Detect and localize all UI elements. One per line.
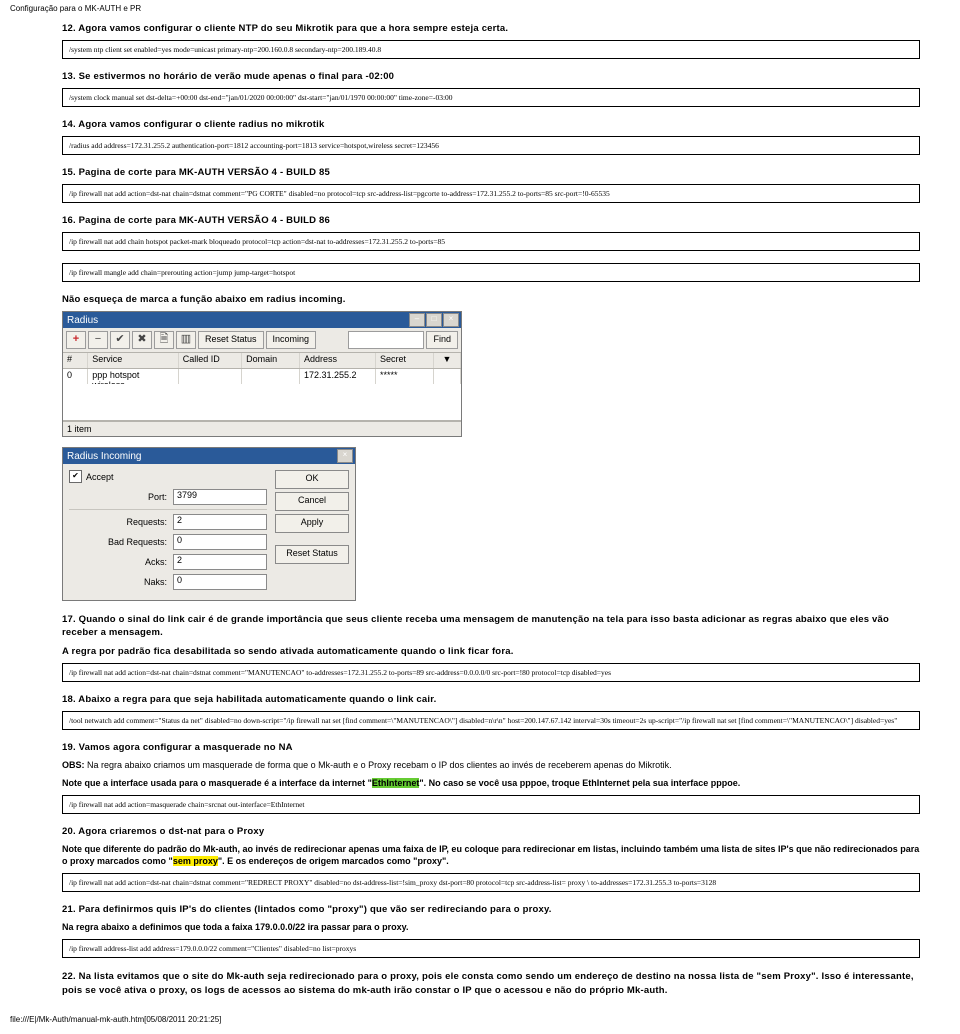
step-19-obs: OBS: Na regra abaixo criamos um masquera… [62, 759, 920, 771]
step-13-cmd: /system clock manual set dst-delta=+00:0… [62, 88, 920, 107]
add-icon[interactable]: + [66, 331, 86, 349]
step-14-title: 14. Agora vamos configurar o cliente rad… [62, 119, 920, 130]
cell-hash: 0 [63, 369, 88, 384]
radius-incoming-window: Radius Incoming × ✔ Accept Port: 3799 [62, 447, 356, 601]
step-18-cmd: /tool netwatch add comment="Status da ne… [62, 711, 920, 730]
port-input[interactable]: 3799 [173, 489, 267, 505]
step-18-title: 18. Abaixo a regra para que seja habilit… [62, 694, 920, 705]
step-20-cmd: /ip firewall nat add action=dst-nat chai… [62, 873, 920, 892]
col-domain[interactable]: Domain [242, 353, 300, 368]
radius-titlebar[interactable]: Radius – □ × [63, 312, 461, 328]
col-secret[interactable]: Secret [376, 353, 434, 368]
col-menu[interactable]: ▼ [434, 353, 461, 368]
find-button[interactable]: Find [426, 331, 458, 349]
acks-value: 2 [173, 554, 267, 570]
acks-label: Acks: [69, 557, 167, 567]
step-20-title: 20. Agora criaremos o dst-nat para o Pro… [62, 826, 920, 837]
bad-requests-value: 0 [173, 534, 267, 550]
bad-requests-label: Bad Requests: [69, 537, 167, 547]
counters-icon[interactable]: ▥ [176, 331, 196, 349]
requests-value: 2 [173, 514, 267, 530]
reset-status-button[interactable]: Reset Status [275, 545, 349, 564]
table-row[interactable]: 0 ppp hotspot wireless 172.31.255.2 ****… [63, 369, 461, 384]
disable-icon[interactable]: ✖ [132, 331, 152, 349]
remove-icon[interactable]: − [88, 331, 108, 349]
step-20-note: Note que diferente do padrão do Mk-auth,… [62, 843, 920, 867]
step-16-cmd1: /ip firewall nat add chain hotspot packe… [62, 232, 920, 251]
col-called[interactable]: Called ID [179, 353, 242, 368]
step-15-cmd: /ip firewall nat add action=dst-nat chai… [62, 184, 920, 203]
cell-called [179, 369, 242, 384]
find-input[interactable] [348, 331, 424, 349]
close-icon[interactable]: × [337, 449, 353, 463]
step-19-cmd: /ip firewall nat add action=masquerade c… [62, 795, 920, 814]
radius-title-text: Radius [67, 315, 98, 326]
apply-button[interactable]: Apply [275, 514, 349, 533]
step-19-note: Note que a interface usada para o masque… [62, 777, 920, 789]
highlight-sem-proxy: sem proxy [173, 856, 218, 866]
comment-icon[interactable]: 🗎 [154, 331, 174, 349]
step-15-title: 15. Pagina de corte para MK-AUTH VERSÃO … [62, 167, 920, 178]
step-13-title: 13. Se estivermos no horário de verão mu… [62, 71, 920, 82]
highlight-ethinternet: EthInternet [372, 778, 420, 788]
col-hash[interactable]: # [63, 353, 88, 368]
radius-table: # Service Called ID Domain Address Secre… [63, 353, 461, 421]
step-17-title: 17. Quando o sinal do link cair é de gra… [62, 613, 920, 640]
radius-status: 1 item [63, 421, 461, 436]
step-12-title: 12. Agora vamos configurar o cliente NTP… [62, 23, 920, 34]
naks-label: Naks: [69, 577, 167, 587]
step-21-cmd: /ip firewall address-list add address=17… [62, 939, 920, 958]
close-icon[interactable]: × [443, 313, 459, 327]
step-12-cmd: /system ntp client set enabled=yes mode=… [62, 40, 920, 59]
col-address[interactable]: Address [300, 353, 376, 368]
cell-address: 172.31.255.2 [300, 369, 376, 384]
cancel-button[interactable]: Cancel [275, 492, 349, 511]
page-header: Configuração para o MK-AUTH e PR [10, 4, 950, 13]
page-footer: file:///E|/Mk-Auth/manual-mk-auth.htm[05… [10, 1015, 950, 1024]
step-16-note: Não esqueça de marca a função abaixo em … [62, 294, 920, 305]
table-header[interactable]: # Service Called ID Domain Address Secre… [63, 353, 461, 369]
step-19-title: 19. Vamos agora configurar a masquerade … [62, 742, 920, 753]
incoming-title-text: Radius Incoming [67, 451, 141, 462]
radius-window: Radius – □ × + − ✔ ✖ 🗎 ▥ Reset Status In… [62, 311, 462, 437]
requests-label: Requests: [69, 517, 167, 527]
cell-domain [242, 369, 300, 384]
cell-service: ppp hotspot wireless [88, 369, 178, 384]
port-label: Port: [69, 492, 167, 502]
naks-value: 0 [173, 574, 267, 590]
ok-button[interactable]: OK [275, 470, 349, 489]
step-14-cmd: /radius add address=172.31.255.2 authent… [62, 136, 920, 155]
maximize-icon[interactable]: □ [426, 313, 442, 327]
incoming-titlebar[interactable]: Radius Incoming × [63, 448, 355, 464]
accept-label: Accept [86, 472, 114, 482]
step-21-note: Na regra abaixo a definimos que toda a f… [62, 921, 920, 933]
step-16-cmd2: /ip firewall mangle add chain=prerouting… [62, 263, 920, 282]
step-22-title: 22. Na lista evitamos que o site do Mk-a… [62, 970, 920, 997]
step-21-title: 21. Para definirmos quis IP's do cliente… [62, 904, 920, 915]
step-17-cmd: /ip firewall nat add action=dst-nat chai… [62, 663, 920, 682]
enable-icon[interactable]: ✔ [110, 331, 130, 349]
cell-secret: ***** [376, 369, 434, 384]
minimize-icon[interactable]: – [409, 313, 425, 327]
step-16-title: 16. Pagina de corte para MK-AUTH VERSÃO … [62, 215, 920, 226]
step-17-sub: A regra por padrão fica desabilitada so … [62, 646, 920, 657]
reset-status-button[interactable]: Reset Status [198, 331, 264, 349]
radius-toolbar: + − ✔ ✖ 🗎 ▥ Reset Status Incoming Find [63, 328, 461, 353]
col-service[interactable]: Service [88, 353, 178, 368]
incoming-button[interactable]: Incoming [266, 331, 317, 349]
accept-checkbox[interactable]: ✔ [69, 470, 82, 483]
